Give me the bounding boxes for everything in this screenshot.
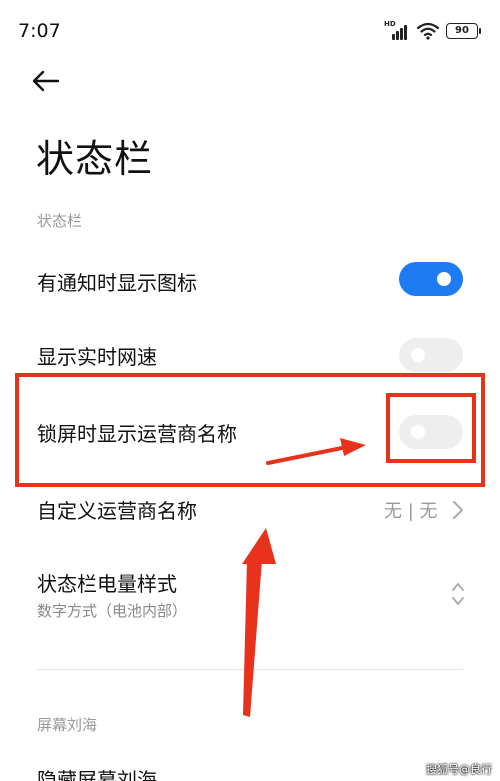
- status-bar: 7:07 HD 90: [0, 0, 500, 60]
- page-title: 状态栏: [36, 137, 154, 181]
- row-label: 显示实时网速: [37, 345, 157, 369]
- battery-icon: 90: [446, 23, 481, 39]
- chevron-right-icon: [453, 501, 463, 519]
- row-label: 自定义运营商名称: [37, 499, 197, 523]
- signal-icon: HD: [384, 20, 410, 40]
- hd-badge: HD: [384, 20, 396, 28]
- chevron-updown-icon: [452, 583, 464, 605]
- arrow-left-icon: [32, 70, 60, 92]
- row-custom-carrier-name[interactable]: 自定义运营商名称 无 | 无: [0, 478, 500, 538]
- row-battery-style[interactable]: 状态栏电量样式 数字方式（电池内部）: [0, 556, 500, 636]
- annotation-toggle-box: [386, 393, 476, 463]
- section-divider: [37, 669, 463, 670]
- section-header-notch: 屏幕刘海: [37, 716, 98, 734]
- toggle-knob: [437, 272, 451, 286]
- watermark: 搜狐号@良行: [426, 763, 492, 776]
- row-show-notification-icons[interactable]: 有通知时显示图标: [0, 250, 500, 312]
- network-speed-toggle[interactable]: [399, 338, 463, 372]
- carrier-name-value: 无 | 无: [384, 501, 438, 522]
- row-label: 有通知时显示图标: [37, 271, 197, 295]
- notification-icons-toggle[interactable]: [399, 262, 463, 296]
- row-hide-notch[interactable]: 隐藏屏幕刘海: [0, 756, 500, 781]
- section-header-status-bar: 状态栏: [37, 212, 83, 230]
- row-label: 状态栏电量样式: [37, 572, 177, 596]
- wifi-icon: [416, 22, 440, 40]
- row-label: 隐藏屏幕刘海: [37, 768, 157, 781]
- toggle-knob: [411, 348, 425, 362]
- status-time: 7:07: [18, 20, 61, 42]
- battery-level: 90: [455, 25, 469, 36]
- back-button[interactable]: [30, 64, 70, 98]
- status-icons: HD 90: [384, 20, 481, 42]
- row-sublabel: 数字方式（电池内部）: [37, 602, 188, 620]
